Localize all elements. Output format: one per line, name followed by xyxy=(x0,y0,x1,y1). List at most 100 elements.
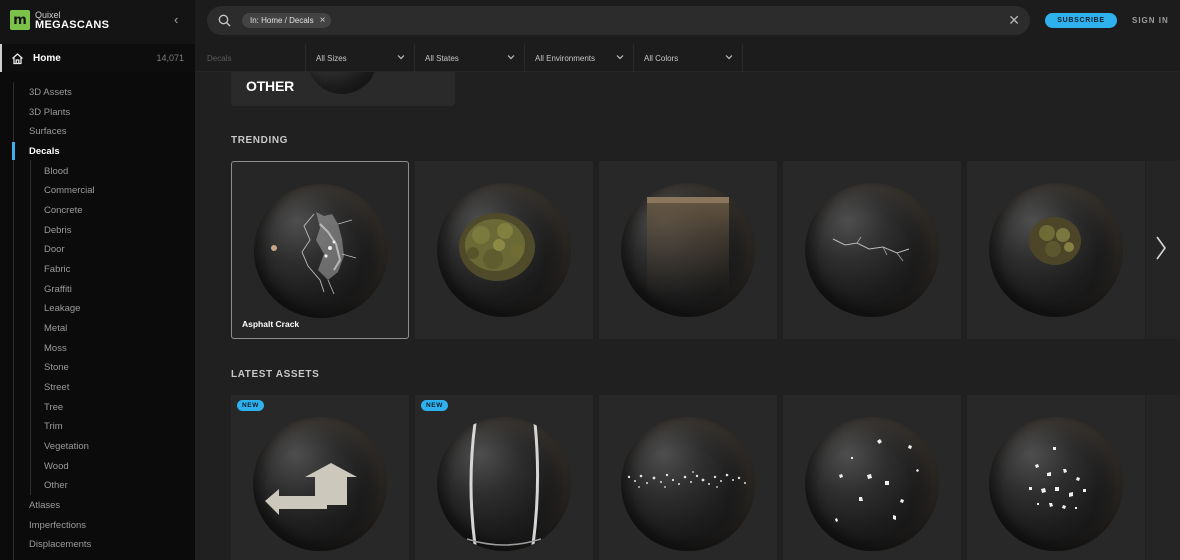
sidebar-subitem-concrete[interactable]: Concrete xyxy=(44,205,83,216)
brand[interactable]: m Quixel MEGASCANS xyxy=(10,10,110,31)
collapse-sidebar-icon[interactable]: ‹ xyxy=(174,12,178,27)
sidebar-subitem-graffiti[interactable]: Graffiti xyxy=(44,284,72,295)
sidebar-item-3d-assets[interactable]: 3D Assets xyxy=(29,87,72,98)
moss-small-decal xyxy=(1029,217,1081,265)
sign-in-link[interactable]: SIGN IN xyxy=(1132,16,1169,25)
leak-decal xyxy=(647,197,729,297)
trending-asset-card[interactable] xyxy=(967,161,1145,339)
sidebar-subitem-debris[interactable]: Debris xyxy=(44,225,71,236)
arrow-marking-decal xyxy=(265,463,357,515)
filter-colors[interactable]: All Colors xyxy=(633,44,743,72)
chevron-down-icon xyxy=(397,55,405,60)
latest-asset-card[interactable] xyxy=(599,395,777,560)
sidebar-subitem-leakage[interactable]: Leakage xyxy=(44,303,80,314)
category-card-label: OTHER xyxy=(246,78,295,94)
filter-states-label: All States xyxy=(425,53,459,63)
asset-browser: OTHER TRENDING Asphalt Crack LATEST ASSE… xyxy=(195,72,1180,560)
speckle-band-decal xyxy=(627,471,746,488)
asset-preview-sphere xyxy=(437,183,571,317)
asset-preview-sphere xyxy=(253,417,387,551)
chevron-right-icon[interactable] xyxy=(1153,234,1169,262)
topbar: In: Home / Decals × ✕ SUBSCRIBE SIGN IN xyxy=(195,0,1180,44)
filter-category-label: Decals xyxy=(207,53,232,63)
chips-dense-decal xyxy=(1029,447,1086,509)
asset-preview-sphere xyxy=(621,417,755,551)
new-badge: NEW xyxy=(421,400,448,411)
megascans-logo-icon: m xyxy=(10,10,30,30)
sidebar-subitem-street[interactable]: Street xyxy=(44,382,69,393)
home-icon xyxy=(11,51,25,65)
asset-preview-sphere xyxy=(621,183,755,317)
latest-asset-card[interactable]: NEW xyxy=(231,395,409,560)
new-badge: NEW xyxy=(237,400,264,411)
asset-preview-sphere xyxy=(307,72,377,94)
sidebar-subitem-metal[interactable]: Metal xyxy=(44,323,67,334)
lines-decal xyxy=(466,422,542,546)
clear-search-icon[interactable]: ✕ xyxy=(1008,12,1020,29)
chevron-down-icon xyxy=(507,55,515,60)
sidebar-subitem-fabric[interactable]: Fabric xyxy=(44,264,70,275)
sidebar-item-home[interactable]: Home 14,071 xyxy=(0,44,195,72)
crack-decal xyxy=(832,236,910,262)
sidebar-subitem-stone[interactable]: Stone xyxy=(44,362,69,373)
sidebar-item-decals[interactable]: Decals xyxy=(29,146,60,157)
chevron-down-icon xyxy=(725,55,733,60)
latest-asset-card[interactable] xyxy=(783,395,961,560)
sidebar-subitem-tree[interactable]: Tree xyxy=(44,402,63,413)
asset-preview-sphere xyxy=(805,183,939,317)
asset-preview-sphere xyxy=(989,183,1123,317)
active-indicator xyxy=(12,142,15,160)
trending-asset-card[interactable] xyxy=(415,161,593,339)
filter-colors-label: All Colors xyxy=(644,53,679,63)
megascans-app: m Quixel MEGASCANS ‹ Home 14,071 3D Asse… xyxy=(0,0,1180,560)
filter-environments-label: All Environments xyxy=(535,53,596,63)
sidebar-subitem-door[interactable]: Door xyxy=(44,244,65,255)
trending-asset-card[interactable]: Asphalt Crack xyxy=(231,161,409,339)
filter-category[interactable]: Decals xyxy=(195,44,305,72)
sidebar-subitem-vegetation[interactable]: Vegetation xyxy=(44,441,89,452)
sidebar-item-imperfections[interactable]: Imperfections xyxy=(29,520,86,531)
trending-asset-card[interactable] xyxy=(599,161,777,339)
asset-count: 14,071 xyxy=(156,53,184,63)
chevron-down-icon xyxy=(616,55,624,60)
remove-chip-icon[interactable]: × xyxy=(320,15,326,26)
search-icon[interactable] xyxy=(218,14,231,32)
sidebar-subitem-moss[interactable]: Moss xyxy=(44,343,67,354)
crack-dust-decal xyxy=(271,212,357,295)
sidebar-subitem-commercial[interactable]: Commercial xyxy=(44,185,95,196)
latest-asset-card[interactable] xyxy=(967,395,1145,560)
sidebar-subitem-other[interactable]: Other xyxy=(44,480,68,491)
trending-asset-card[interactable] xyxy=(783,161,961,339)
asset-preview-sphere xyxy=(437,417,571,551)
category-tree: 3D Assets 3D Plants Surfaces Decals Bloo… xyxy=(0,72,195,560)
filter-bar: Decals All Sizes All States All Environm… xyxy=(195,44,1180,72)
filter-sizes[interactable]: All Sizes xyxy=(305,44,414,72)
category-card-other[interactable]: OTHER xyxy=(231,72,455,106)
sidebar-item-displacements[interactable]: Displacements xyxy=(29,539,91,550)
asset-preview-sphere xyxy=(989,417,1123,551)
filter-environments[interactable]: All Environments xyxy=(524,44,633,72)
next-card-peek xyxy=(1146,395,1180,560)
sidebar-item-atlases[interactable]: Atlases xyxy=(29,500,60,511)
filter-states[interactable]: All States xyxy=(414,44,524,72)
sidebar: m Quixel MEGASCANS ‹ Home 14,071 3D Asse… xyxy=(0,0,195,560)
latest-assets-section-title: LATEST ASSETS xyxy=(231,369,320,380)
sidebar-subitem-trim[interactable]: Trim xyxy=(44,421,63,432)
moss-decal xyxy=(459,213,535,281)
filter-sizes-label: All Sizes xyxy=(316,53,347,63)
brand-product: MEGASCANS xyxy=(35,19,110,31)
asset-preview-sphere xyxy=(805,417,939,551)
trending-section-title: TRENDING xyxy=(231,135,289,146)
subscribe-button[interactable]: SUBSCRIBE xyxy=(1045,13,1117,28)
sidebar-item-3d-plants[interactable]: 3D Plants xyxy=(29,107,70,118)
asset-preview-sphere xyxy=(254,184,388,318)
chip-label: In: Home / Decals xyxy=(250,16,314,25)
sidebar-item-surfaces[interactable]: Surfaces xyxy=(29,126,67,137)
sidebar-subitem-wood[interactable]: Wood xyxy=(44,461,69,472)
search-bar[interactable]: In: Home / Decals × ✕ xyxy=(207,6,1030,35)
chips-decal xyxy=(835,439,919,522)
search-filter-chip[interactable]: In: Home / Decals × xyxy=(242,13,332,28)
asset-name: Asphalt Crack xyxy=(242,319,300,329)
latest-asset-card[interactable]: NEW xyxy=(415,395,593,560)
sidebar-subitem-blood[interactable]: Blood xyxy=(44,166,68,177)
